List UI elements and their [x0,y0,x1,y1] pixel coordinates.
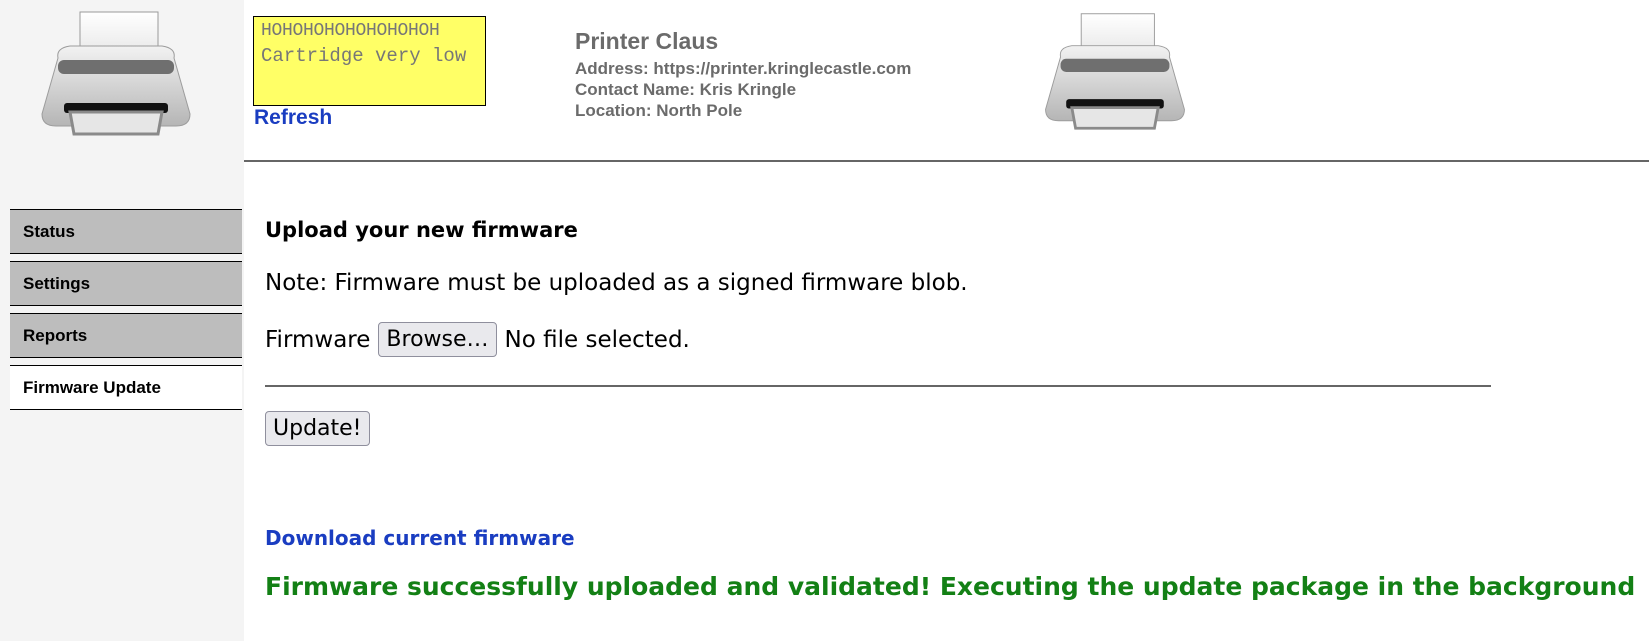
printer-name: Printer Claus [575,28,719,54]
firmware-label: Firmware [265,326,371,353]
printer-location: Location: North Pole [575,101,743,120]
status-message: HOHOHOHOHOHOHOHOH [261,21,440,41]
firmware-note: Note: Firmware must be uploaded as a sig… [265,270,968,296]
nav-item-status[interactable]: Status [10,209,242,254]
firmware-upload-row: Firmware Browse… No file selected. [265,322,690,357]
header-divider [244,160,1649,162]
printer-icon [41,11,191,136]
nav-item-firmware-update[interactable]: Firmware Update [10,365,242,410]
nav-item-settings[interactable]: Settings [10,261,242,306]
page-heading: Upload your new firmware [265,218,578,242]
printer-address: Address: https://printer.kringlecastle.c… [575,59,912,78]
printer-status-display: HOHOHOHOHOHOHOHOH Cartridge very low [253,16,486,106]
printer-info: Printer Claus Address: https://printer.k… [575,28,911,121]
sidebar-nav: Status Settings Reports Firmware Update [10,209,242,417]
nav-item-reports[interactable]: Reports [10,313,242,358]
success-message: Firmware successfully uploaded and valid… [265,572,1636,601]
printer-contact: Contact Name: Kris Kringle [575,80,797,99]
status-cartridge-warning: Cartridge very low [261,45,467,67]
printer-icon [1045,13,1185,130]
update-button[interactable]: Update! [265,411,370,446]
file-status: No file selected. [504,326,690,353]
browse-button[interactable]: Browse… [378,322,497,357]
sidebar: Status Settings Reports Firmware Update [0,0,244,641]
download-firmware-link[interactable]: Download current firmware [265,526,575,550]
refresh-link[interactable]: Refresh [254,106,332,130]
content-divider [265,385,1491,387]
